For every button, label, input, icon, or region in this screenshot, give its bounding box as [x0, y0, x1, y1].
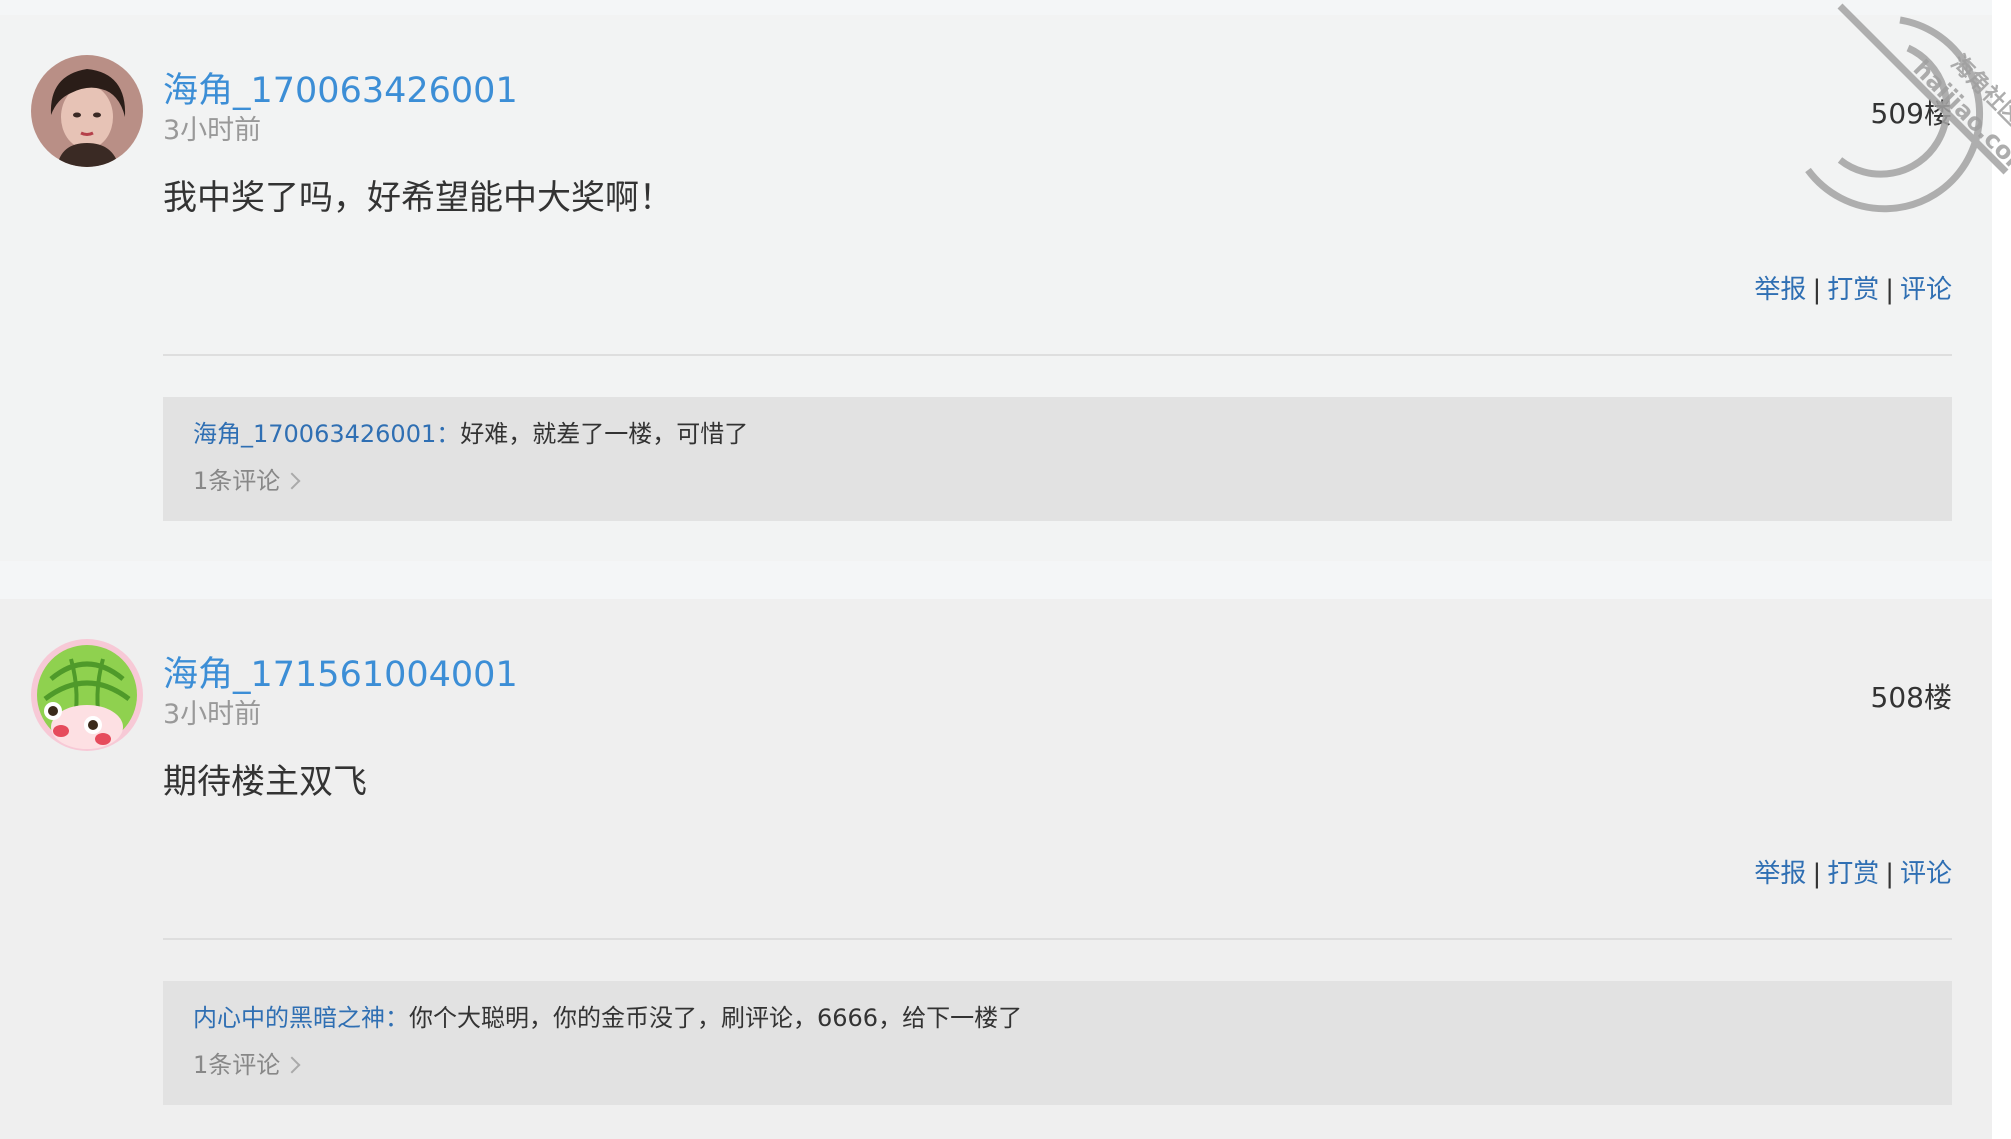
action-separator: | [1812, 275, 1822, 305]
username[interactable]: 海角_171561004001 [163, 653, 518, 697]
divider [163, 938, 1952, 940]
report-link[interactable]: 举报 [1754, 859, 1806, 889]
chevron-right-icon [283, 1056, 301, 1074]
reply-text: 你个大聪明，你的金币没了，刷评论，6666，给下一楼了 [409, 1004, 1023, 1032]
comment-item: 海角_170063426001 3小时前 509楼 我中奖了吗，好希望能中大奖啊… [0, 15, 1992, 561]
avatar-portrait-icon [31, 55, 143, 167]
floor-number: 508楼 [1870, 681, 1952, 714]
reply-preview: 海角_170063426001：好难，就差了一楼，可惜了 1条评论 [163, 397, 1952, 521]
action-separator: | [1885, 859, 1894, 889]
reply-count-label: 1条评论 [193, 1051, 281, 1079]
tip-link[interactable]: 打赏 [1827, 275, 1879, 305]
reply-colon: ： [436, 420, 461, 448]
divider [163, 354, 1952, 356]
reply-count-link[interactable]: 1条评论 [193, 1048, 301, 1082]
reply-count-label: 1条评论 [193, 467, 281, 495]
reply-author[interactable]: 内心中的黑暗之神 [193, 1004, 385, 1032]
reply-line: 内心中的黑暗之神：你个大聪明，你的金币没了，刷评论，6666，给下一楼了 [193, 1001, 1022, 1035]
comment-content: 我中奖了吗，好希望能中大奖啊！ [163, 178, 673, 218]
comment-actions: 举报 | 打赏 | 评论 [1754, 273, 1952, 307]
reply-line: 海角_170063426001：好难，就差了一楼，可惜了 [193, 417, 748, 451]
floor-number: 509楼 [1870, 97, 1952, 130]
comment-content: 期待楼主双飞 [163, 762, 367, 802]
reply-count-link[interactable]: 1条评论 [193, 464, 301, 498]
chevron-right-icon [283, 472, 301, 490]
reply-text: 好难，就差了一楼，可惜了 [460, 420, 749, 448]
action-separator: | [1885, 275, 1894, 305]
reply-author[interactable]: 海角_170063426001 [193, 420, 436, 448]
avatar-cartoon-watermelon-icon [31, 639, 143, 751]
avatar[interactable] [31, 639, 143, 751]
post-time: 3小时前 [163, 699, 262, 730]
comment-list: 海角_170063426001 3小时前 509楼 我中奖了吗，好希望能中大奖啊… [0, 0, 1992, 1139]
username[interactable]: 海角_170063426001 [163, 69, 518, 113]
comment-link[interactable]: 评论 [1900, 275, 1952, 305]
comment-actions: 举报 | 打赏 | 评论 [1754, 857, 1952, 891]
avatar[interactable] [31, 55, 143, 167]
tip-link[interactable]: 打赏 [1827, 859, 1879, 889]
action-separator: | [1812, 859, 1822, 889]
reply-colon: ： [385, 1004, 409, 1032]
comment-item: 海角_171561004001 3小时前 508楼 期待楼主双飞 举报 | 打赏 | 评… [0, 599, 1992, 1139]
reply-preview: 内心中的黑暗之神：你个大聪明，你的金币没了，刷评论，6666，给下一楼了 1条评… [163, 981, 1952, 1105]
post-time: 3小时前 [163, 115, 262, 146]
comment-link[interactable]: 评论 [1900, 859, 1952, 889]
page-gutter [1992, 0, 2011, 1139]
report-link[interactable]: 举报 [1754, 275, 1806, 305]
